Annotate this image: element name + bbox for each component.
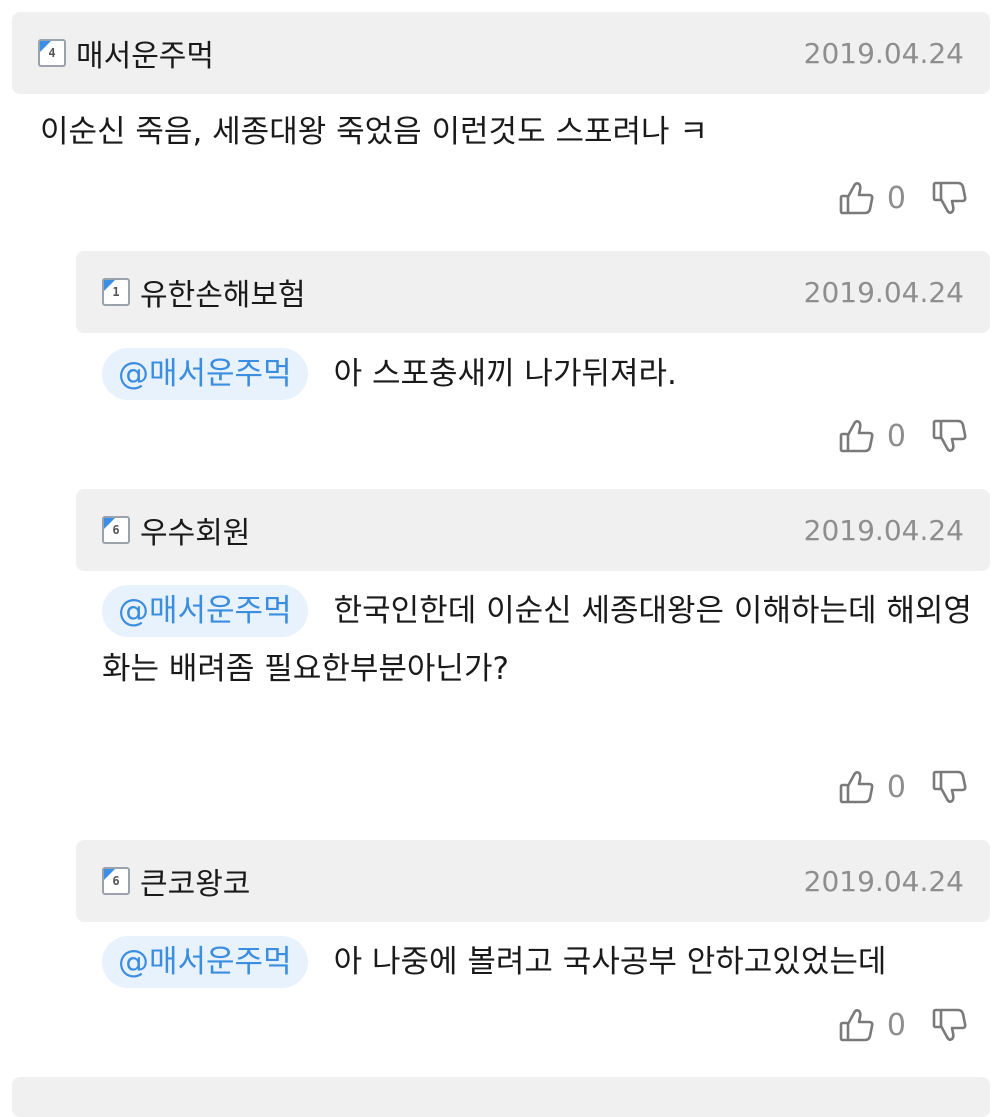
level-badge-icon: 6 [102, 867, 130, 895]
username[interactable]: 매서운주먹 [76, 31, 214, 75]
reply-author[interactable]: 6 큰코왕코 [102, 859, 250, 903]
thumbs-down-icon[interactable] [930, 178, 970, 218]
comment-text: 이순신 죽음, 세종대왕 죽었음 이런것도 스포려나 ㅋ [40, 114, 708, 150]
reply-author[interactable]: 6 우수회원 [102, 508, 250, 552]
level-badge-icon: 6 [102, 516, 130, 544]
like-count: 0 [886, 180, 906, 216]
thumbs-up-icon[interactable] [837, 767, 877, 807]
reply-text-block: @매서운주먹 아 스포충새끼 나가뒤져라. [102, 346, 982, 402]
reply-date: 2019.04.24 [803, 513, 964, 547]
like-count: 0 [886, 418, 906, 454]
comment-author[interactable]: 4 매서운주먹 [38, 31, 214, 75]
reply-author[interactable]: 1 유한손해보험 [102, 270, 306, 314]
thumbs-down-icon[interactable] [930, 416, 970, 456]
reply-date: 2019.04.24 [803, 864, 964, 898]
comment-header: 4 매서운주먹 2019.04.24 [12, 12, 990, 94]
vote-bar: 0 [837, 416, 970, 456]
reply-text-block: @매서운주먹 아 나중에 볼려고 국사공부 안하고있었는데 [102, 934, 982, 990]
thumbs-up-icon[interactable] [837, 178, 877, 218]
vote-bar: 0 [837, 178, 970, 218]
reply-text-block: @매서운주먹 한국인한데 이순신 세종대왕은 이해하는데 해외영화는 배려좀 필요… [102, 582, 992, 698]
thumbs-up-icon[interactable] [837, 416, 877, 456]
mention-tag[interactable]: @매서운주먹 [102, 585, 308, 637]
comment-date: 2019.04.24 [803, 36, 964, 70]
reply-text: 아 스포충새끼 나가뒤져라. [333, 356, 677, 392]
thumbs-up-icon[interactable] [837, 1005, 877, 1045]
thumbs-down-icon[interactable] [930, 767, 970, 807]
like-count: 0 [886, 1007, 906, 1043]
username[interactable]: 큰코왕코 [140, 859, 250, 903]
reply-date: 2019.04.24 [803, 275, 964, 309]
reply-header: 1 유한손해보험 2019.04.24 [76, 251, 990, 333]
level-badge-icon: 4 [38, 39, 66, 67]
username[interactable]: 우수회원 [140, 508, 250, 552]
next-comment-header [12, 1077, 990, 1117]
like-count: 0 [886, 769, 906, 805]
reply-header: 6 큰코왕코 2019.04.24 [76, 840, 990, 922]
mention-tag[interactable]: @매서운주먹 [102, 936, 308, 988]
thumbs-down-icon[interactable] [930, 1005, 970, 1045]
vote-bar: 0 [837, 767, 970, 807]
level-badge-icon: 1 [102, 278, 130, 306]
vote-bar: 0 [837, 1005, 970, 1045]
reply-text: 아 나중에 볼려고 국사공부 안하고있었는데 [333, 944, 887, 980]
username[interactable]: 유한손해보험 [140, 270, 306, 314]
mention-tag[interactable]: @매서운주먹 [102, 348, 308, 400]
reply-header: 6 우수회원 2019.04.24 [76, 489, 990, 571]
